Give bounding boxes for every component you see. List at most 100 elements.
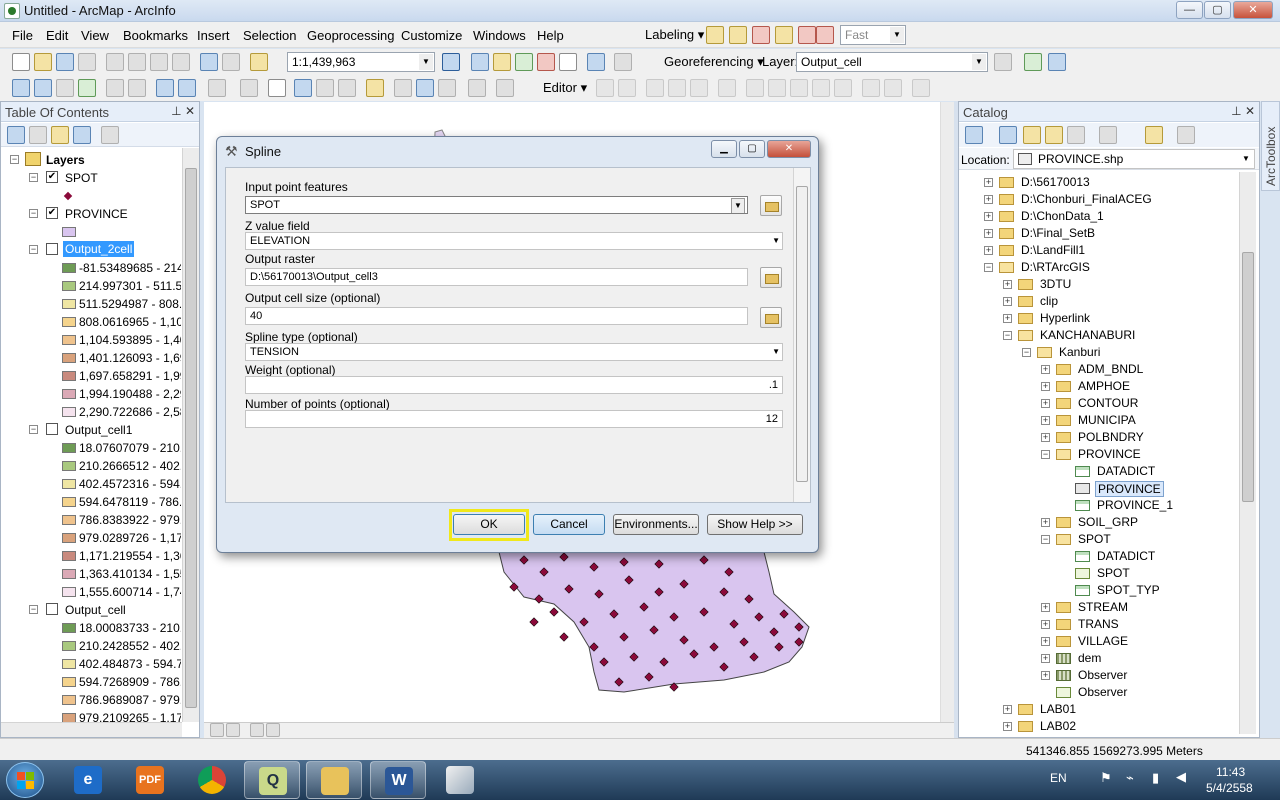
menu-bookmarks[interactable]: Bookmarks <box>123 28 188 43</box>
rotate-icon[interactable] <box>994 53 1012 71</box>
catalog-tree-item[interactable]: + CONTOUR <box>959 395 1239 412</box>
catalog-scrollbar[interactable] <box>1239 172 1256 734</box>
location-combo[interactable]: PROVINCE.shp ▼ <box>1013 149 1255 169</box>
expand-icon[interactable]: + <box>1041 433 1050 442</box>
layer-visibility-checkbox[interactable] <box>46 423 58 435</box>
select-features-icon[interactable] <box>208 79 226 97</box>
volume-icon[interactable]: ◀ <box>1176 769 1186 785</box>
expand-icon[interactable]: + <box>1003 280 1012 289</box>
point-icon[interactable] <box>718 79 736 97</box>
lock-labels-icon[interactable] <box>775 26 793 44</box>
layout-view-icon[interactable] <box>226 723 240 737</box>
copy-icon[interactable] <box>128 53 146 71</box>
dialog-close-button[interactable]: ✕ <box>767 140 811 158</box>
menu-view[interactable]: View <box>81 28 109 43</box>
back-icon[interactable] <box>965 126 983 144</box>
hyperlink-icon[interactable] <box>316 79 334 97</box>
pause-labeling-icon[interactable] <box>798 26 816 44</box>
taskbar-pdf[interactable]: PDF <box>122 761 178 799</box>
cancel-button[interactable]: Cancel <box>533 514 605 535</box>
catalog-tree-item[interactable]: + Observer <box>959 667 1239 684</box>
print-icon[interactable] <box>78 53 96 71</box>
catalog-tree-item[interactable]: − PROVINCE <box>959 446 1239 463</box>
list-by-drawing-order-icon[interactable] <box>7 126 25 144</box>
delete-icon[interactable] <box>172 53 190 71</box>
catalog-window-icon[interactable] <box>493 53 511 71</box>
z-value-field-select[interactable]: ELEVATION ▼ <box>245 232 783 250</box>
expand-icon[interactable]: + <box>984 195 993 204</box>
toc-layer-spot[interactable]: − ✔ SPOT <box>1 169 181 187</box>
list-by-selection-icon[interactable] <box>73 126 91 144</box>
catalog-tree-item[interactable]: + D:\ChonData_1 <box>959 208 1239 225</box>
georeferencing-menu[interactable]: Georeferencing ▾ <box>664 54 764 70</box>
layer-visibility-checkbox[interactable]: ✔ <box>46 207 58 219</box>
catalog-tree-item[interactable]: + STREAM <box>959 599 1239 616</box>
catalog-tree-item[interactable]: + TRANS <box>959 616 1239 633</box>
expand-icon[interactable]: + <box>1041 637 1050 646</box>
catalog-pin-close[interactable]: ⊥ ✕ <box>1231 104 1255 118</box>
expand-icon[interactable]: + <box>1041 620 1050 629</box>
show-help-button[interactable]: Show Help >> <box>707 514 803 535</box>
expand-icon[interactable]: + <box>1041 603 1050 612</box>
go-back-icon[interactable] <box>156 79 174 97</box>
toc-pin-close[interactable]: ⊥ ✕ <box>171 104 195 118</box>
catalog-tree-item[interactable]: PROVINCE <box>959 480 1239 497</box>
split-tool-icon[interactable] <box>812 79 830 97</box>
data-view-icon[interactable] <box>210 723 224 737</box>
label-priority-icon[interactable] <box>729 26 747 44</box>
find-route-icon[interactable] <box>416 79 434 97</box>
save-icon[interactable] <box>56 53 74 71</box>
toc-layer-output-2cell[interactable]: − Output_2cell <box>1 241 181 259</box>
catalog-tree-item[interactable]: + MUNICIPA <box>959 412 1239 429</box>
expand-icon[interactable]: + <box>1003 722 1012 731</box>
home-icon[interactable] <box>1045 126 1063 144</box>
expand-icon[interactable]: + <box>1003 705 1012 714</box>
expand-icon[interactable]: + <box>1003 314 1012 323</box>
minimize-button[interactable]: — <box>1176 1 1203 19</box>
expand-icon[interactable]: + <box>1041 365 1050 374</box>
pause-drawing-icon[interactable] <box>266 723 280 737</box>
attributes-icon[interactable] <box>862 79 880 97</box>
fixed-zoom-in-icon[interactable] <box>106 79 124 97</box>
spline-type-select[interactable]: TENSION ▼ <box>245 343 783 361</box>
labeling-menu[interactable]: Labeling ▾ <box>645 27 704 43</box>
add-control-points-icon[interactable] <box>1024 53 1042 71</box>
menu-edit[interactable]: Edit <box>46 28 68 43</box>
catalog-tree-item[interactable]: + Hyperlink <box>959 310 1239 327</box>
dialog-scrollbar[interactable] <box>793 168 810 502</box>
catalog-tree-item[interactable]: − Kanburi <box>959 344 1239 361</box>
browse-output-folder-icon[interactable] <box>760 267 782 288</box>
connect-folder-icon[interactable] <box>1067 126 1085 144</box>
label-weight-icon[interactable] <box>752 26 770 44</box>
pan-icon[interactable] <box>56 79 74 97</box>
time-slider-icon[interactable] <box>468 79 486 97</box>
arctoolbox-side-tab[interactable]: ArcToolbox <box>1261 101 1280 191</box>
map-scale-combo[interactable]: 1:1,439,963 ▼ <box>287 52 435 72</box>
paste-icon[interactable] <box>150 53 168 71</box>
layer-visibility-checkbox[interactable]: ✔ <box>46 171 58 183</box>
full-extent-icon[interactable] <box>78 79 96 97</box>
catalog-tree-item[interactable]: PROVINCE_1 <box>959 497 1239 514</box>
straight-segment-icon[interactable] <box>646 79 664 97</box>
edit-tool-icon[interactable] <box>596 79 614 97</box>
undo-icon[interactable] <box>200 53 218 71</box>
trace-icon[interactable] <box>690 79 708 97</box>
catalog-tree-item[interactable]: + D:\LandFill1 <box>959 242 1239 259</box>
toc-vertical-scrollbar[interactable] <box>182 148 199 722</box>
output-raster-input[interactable]: D:\56170013\Output_cell3 <box>245 268 748 286</box>
menu-selection[interactable]: Selection <box>243 28 296 43</box>
expand-icon[interactable]: + <box>1041 654 1050 663</box>
dialog-restore-button[interactable]: ▢ <box>739 140 765 158</box>
editor-menu[interactable]: Editor ▾ <box>543 80 587 96</box>
expand-icon[interactable]: + <box>984 178 993 187</box>
taskbar-chrome[interactable] <box>184 761 240 799</box>
power-icon[interactable]: ⌁ <box>1126 770 1134 786</box>
toc-layer-output-cell[interactable]: − Output_cell <box>1 601 181 619</box>
html-popup-icon[interactable] <box>338 79 356 97</box>
search-window-icon[interactable] <box>515 53 533 71</box>
arctoolbox-icon[interactable] <box>537 53 555 71</box>
view-unplaced-icon[interactable] <box>816 26 834 44</box>
expand-icon[interactable]: + <box>984 246 993 255</box>
collapse-icon[interactable]: − <box>1003 331 1012 340</box>
viewer-window-icon[interactable] <box>496 79 514 97</box>
